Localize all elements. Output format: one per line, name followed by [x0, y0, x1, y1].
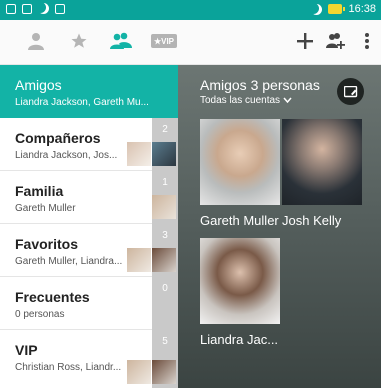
add-icon	[297, 33, 313, 49]
chevron-down-icon	[283, 97, 292, 104]
group-count-label: 3	[162, 230, 168, 241]
group-title: Familia	[15, 183, 64, 199]
tab-groups[interactable]	[110, 30, 132, 52]
group-subtitle: 0 personas	[15, 309, 65, 320]
battery-icon	[328, 4, 346, 14]
contact-name: Josh Kelly	[282, 213, 342, 228]
group-count-label: 5	[162, 336, 168, 347]
tab-vip[interactable]: ★VIP	[151, 34, 177, 48]
group-thumbnails	[127, 360, 176, 384]
group-subtitle: Liandra Jackson, Gareth Mu...	[15, 97, 149, 108]
contact-avatar	[127, 142, 151, 166]
group-title: Favoritos	[15, 236, 79, 252]
group-list: Amigos Liandra Jackson, Gareth Mu... Com…	[0, 65, 178, 388]
tab-contacts[interactable]	[25, 30, 47, 52]
group-title: Amigos	[15, 77, 62, 93]
group-item-vip[interactable]: VIP Christian Ross, Liandr... 5	[0, 330, 178, 388]
edit-icon	[343, 85, 357, 97]
group-item-amigos[interactable]: Amigos Liandra Jackson, Gareth Mu...	[0, 65, 178, 118]
account-filter-label: Todas las cuentas	[200, 95, 281, 106]
add-group-button[interactable]	[324, 30, 346, 52]
group-thumbnails	[127, 248, 176, 272]
tab-favorites[interactable]	[68, 30, 90, 52]
star-icon	[71, 33, 87, 48]
edit-group-button[interactable]	[337, 78, 364, 105]
group-count: 0	[152, 277, 178, 330]
status-time: 16:38	[348, 3, 376, 15]
phone-icon	[38, 3, 49, 14]
group-detail-panel: Amigos 3 personas Todas las cuentas Gare…	[178, 65, 381, 388]
add-contact-button[interactable]	[294, 30, 316, 52]
group-header-title: Amigos 3 personas	[200, 77, 320, 93]
group-item-favoritos[interactable]: Favoritos Gareth Muller, Liandra... 3	[0, 224, 178, 277]
group-item-familia[interactable]: Familia Gareth Muller 1	[0, 171, 178, 224]
vip-icon: ★VIP	[151, 34, 177, 48]
contact-photo	[200, 119, 280, 205]
contact-card[interactable]	[282, 119, 362, 205]
contact-photo	[200, 238, 280, 324]
group-count-label: 1	[162, 177, 168, 188]
person-icon	[28, 33, 44, 50]
toolbar: ★VIP	[0, 20, 381, 65]
contact-avatar	[152, 195, 176, 219]
group-subtitle: Gareth Muller, Liandra...	[15, 256, 123, 267]
more-icon	[365, 33, 369, 49]
group-count-label: 0	[162, 283, 168, 294]
group-title: Compañeros	[15, 130, 101, 146]
contact-name: Gareth Muller	[200, 213, 279, 228]
sd-card-icon	[55, 3, 65, 14]
contact-avatar	[127, 360, 151, 384]
group-subtitle: Liandra Jackson, Jos...	[15, 150, 118, 161]
moon-icon	[311, 4, 322, 15]
contact-avatar	[152, 142, 176, 166]
account-filter-dropdown[interactable]: Todas las cuentas	[200, 95, 292, 106]
status-bar: 16:38	[0, 0, 381, 20]
group-item-companeros[interactable]: Compañeros Liandra Jackson, Jos... 2	[0, 118, 178, 171]
group-thumbnails	[152, 195, 176, 219]
more-options-button[interactable]	[356, 30, 378, 52]
contact-card[interactable]	[200, 238, 280, 324]
group-item-frecuentes[interactable]: Frecuentes 0 personas 0	[0, 277, 178, 330]
contact-name: Liandra Jac...	[200, 332, 279, 347]
contact-avatar	[152, 360, 176, 384]
notification-icon	[6, 3, 16, 14]
add-group-icon	[326, 33, 345, 49]
contact-card[interactable]	[200, 119, 280, 205]
group-title: Frecuentes	[15, 289, 90, 305]
contact-avatar	[152, 248, 176, 272]
group-thumbnails	[127, 142, 176, 166]
contact-avatar	[127, 248, 151, 272]
group-icon	[110, 32, 132, 49]
group-subtitle: Gareth Muller	[15, 203, 76, 214]
group-count-label: 2	[162, 124, 168, 135]
group-title: VIP	[15, 342, 38, 358]
contact-photo	[282, 119, 362, 205]
message-icon	[22, 3, 32, 14]
group-subtitle: Christian Ross, Liandr...	[15, 362, 122, 373]
